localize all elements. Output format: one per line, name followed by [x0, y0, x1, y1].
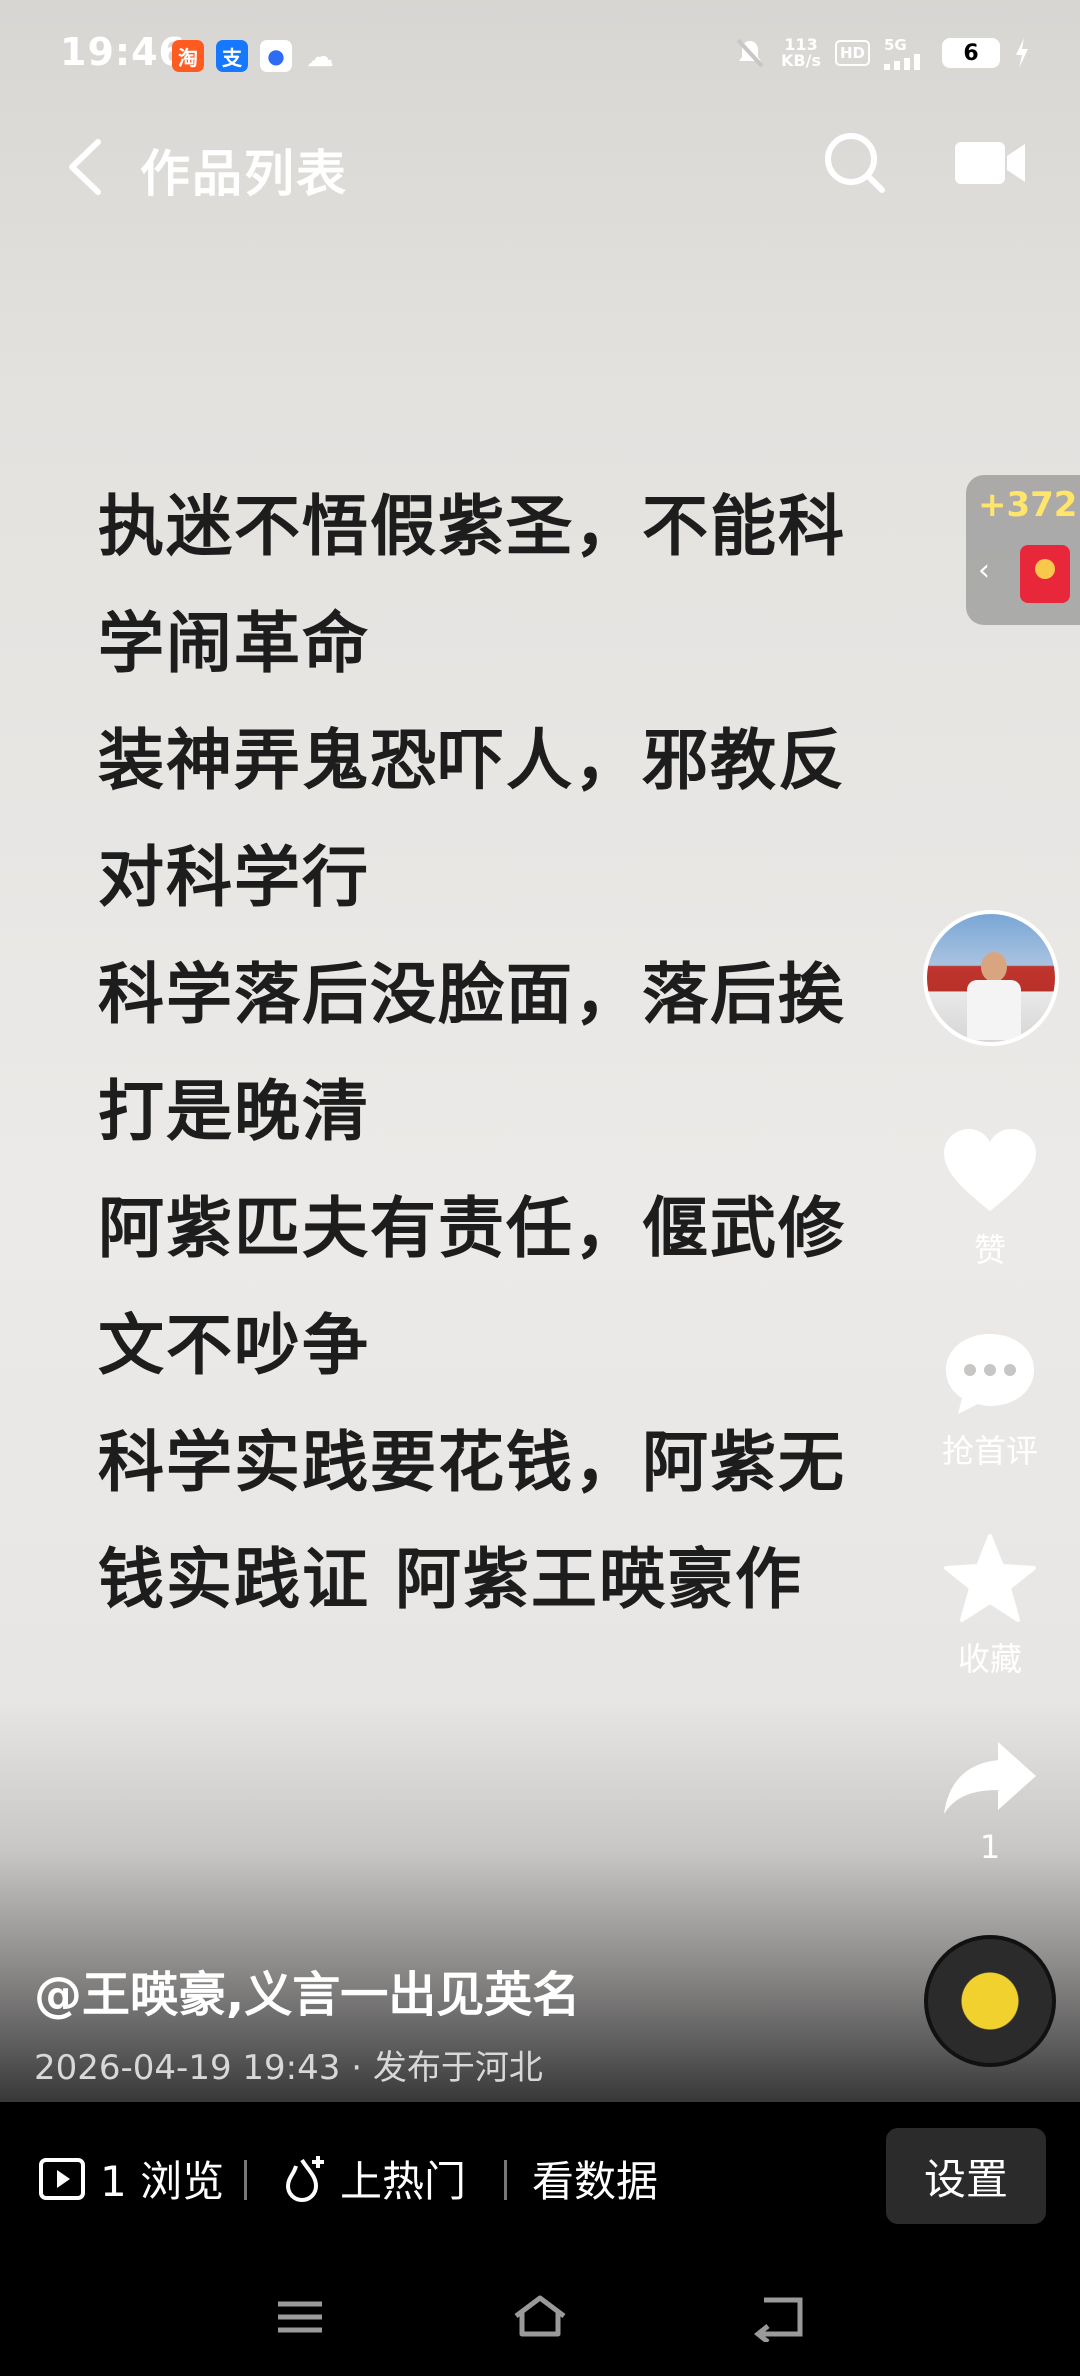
view-data-button[interactable]: 看数据	[532, 2148, 658, 2209]
post-meta: 2026-04-19 19:43 · 发布于河北	[34, 2048, 543, 2088]
weather-cloud-icon: ☁	[306, 39, 334, 73]
red-packet-widget[interactable]: +372 ‹	[966, 475, 1080, 625]
charging-bolt-icon	[1016, 38, 1028, 68]
back-button[interactable]	[56, 132, 116, 202]
comment-button[interactable]: 抢首评	[920, 1330, 1060, 1472]
network-speed: 113 KB/s	[781, 35, 821, 70]
alipay-icon: 支	[216, 40, 248, 72]
poem-line: 装神弄鬼恐吓人，邪教反	[98, 722, 846, 799]
poem-text: 执迷不悟假紫圣，不能科 学闹革命 装神弄鬼恐吓人，邪教反 对科学行 科学落后没脸…	[98, 468, 898, 1638]
baidu-icon: ●	[260, 40, 292, 72]
poem-line: 文不吵争	[98, 1307, 370, 1384]
views-stat[interactable]: 1 浏览	[38, 2148, 224, 2209]
poem-line: 钱实践证 阿紫王暎豪作	[98, 1541, 803, 1618]
signal-bars-icon	[884, 54, 920, 70]
page-title: 作品列表	[140, 145, 348, 203]
post-location: 发布于河北	[372, 2048, 543, 2088]
heart-icon	[944, 1129, 1036, 1211]
menu-icon[interactable]	[270, 2292, 330, 2342]
comment-bubble-icon	[946, 1334, 1034, 1414]
hd-badge: HD	[834, 40, 870, 66]
notification-icons: 淘 支 ● ☁	[172, 39, 336, 73]
boost-button[interactable]: 上热门	[280, 2148, 466, 2209]
share-button[interactable]: 1	[920, 1738, 1060, 1866]
flame-plus-icon	[285, 2155, 324, 2202]
play-icon	[39, 2157, 85, 2200]
poem-line: 科学落后没脸面，落后挨	[98, 956, 846, 1033]
post-datetime: 2026-04-19 19:43	[34, 2048, 341, 2088]
search-icon[interactable]	[820, 128, 890, 198]
battery-indicator: 6	[942, 38, 1000, 68]
taobao-icon: 淘	[172, 40, 204, 72]
poem-line: 阿紫匹夫有责任，偃武修	[98, 1190, 846, 1267]
like-button[interactable]: 赞	[920, 1125, 1060, 1271]
clock: 19:46	[60, 30, 186, 74]
signal-indicator: 5G	[884, 36, 928, 70]
poem-line: 科学实践要花钱，阿紫无	[98, 1424, 846, 1501]
share-arrow-icon	[944, 1742, 1036, 1814]
share-count: 1	[979, 1828, 1001, 1866]
home-icon[interactable]	[510, 2292, 570, 2342]
stats-bar: 1 浏览 上热门 看数据 设置	[0, 2102, 1080, 2254]
top-nav: 作品列表	[0, 120, 1080, 210]
status-indicators: 113 KB/s HD 5G 6	[733, 36, 1030, 70]
poem-line: 执迷不悟假紫圣，不能科	[98, 488, 846, 565]
collect-button[interactable]: 收藏	[920, 1532, 1060, 1680]
video-camera-icon[interactable]	[955, 138, 1027, 188]
red-packet-count: +372	[978, 485, 1078, 525]
mute-bell-icon	[736, 38, 764, 68]
chevron-left-icon: ‹	[978, 553, 990, 588]
like-label: 赞	[973, 1231, 1006, 1269]
system-nav-bar	[0, 2254, 1080, 2376]
poem-line: 对科学行	[98, 839, 370, 916]
comment-label: 抢首评	[941, 1432, 1038, 1470]
avatar[interactable]	[923, 910, 1059, 1046]
divider	[244, 2160, 247, 2200]
author-name[interactable]: @王暎豪,义言一出见英名	[34, 1955, 580, 2025]
divider	[504, 2160, 507, 2200]
settings-button[interactable]: 设置	[886, 2128, 1046, 2224]
star-icon	[944, 1534, 1036, 1622]
red-envelope-icon	[1020, 545, 1070, 603]
music-disc-icon[interactable]	[924, 1935, 1056, 2067]
poem-line: 打是晚清	[98, 1073, 370, 1150]
poem-line: 学闹革命	[98, 605, 370, 682]
status-bar: 19:46 淘 支 ● ☁ 113 KB/s HD 5G 6	[0, 0, 1080, 120]
collect-label: 收藏	[957, 1640, 1022, 1678]
back-nav-icon[interactable]	[750, 2292, 810, 2342]
